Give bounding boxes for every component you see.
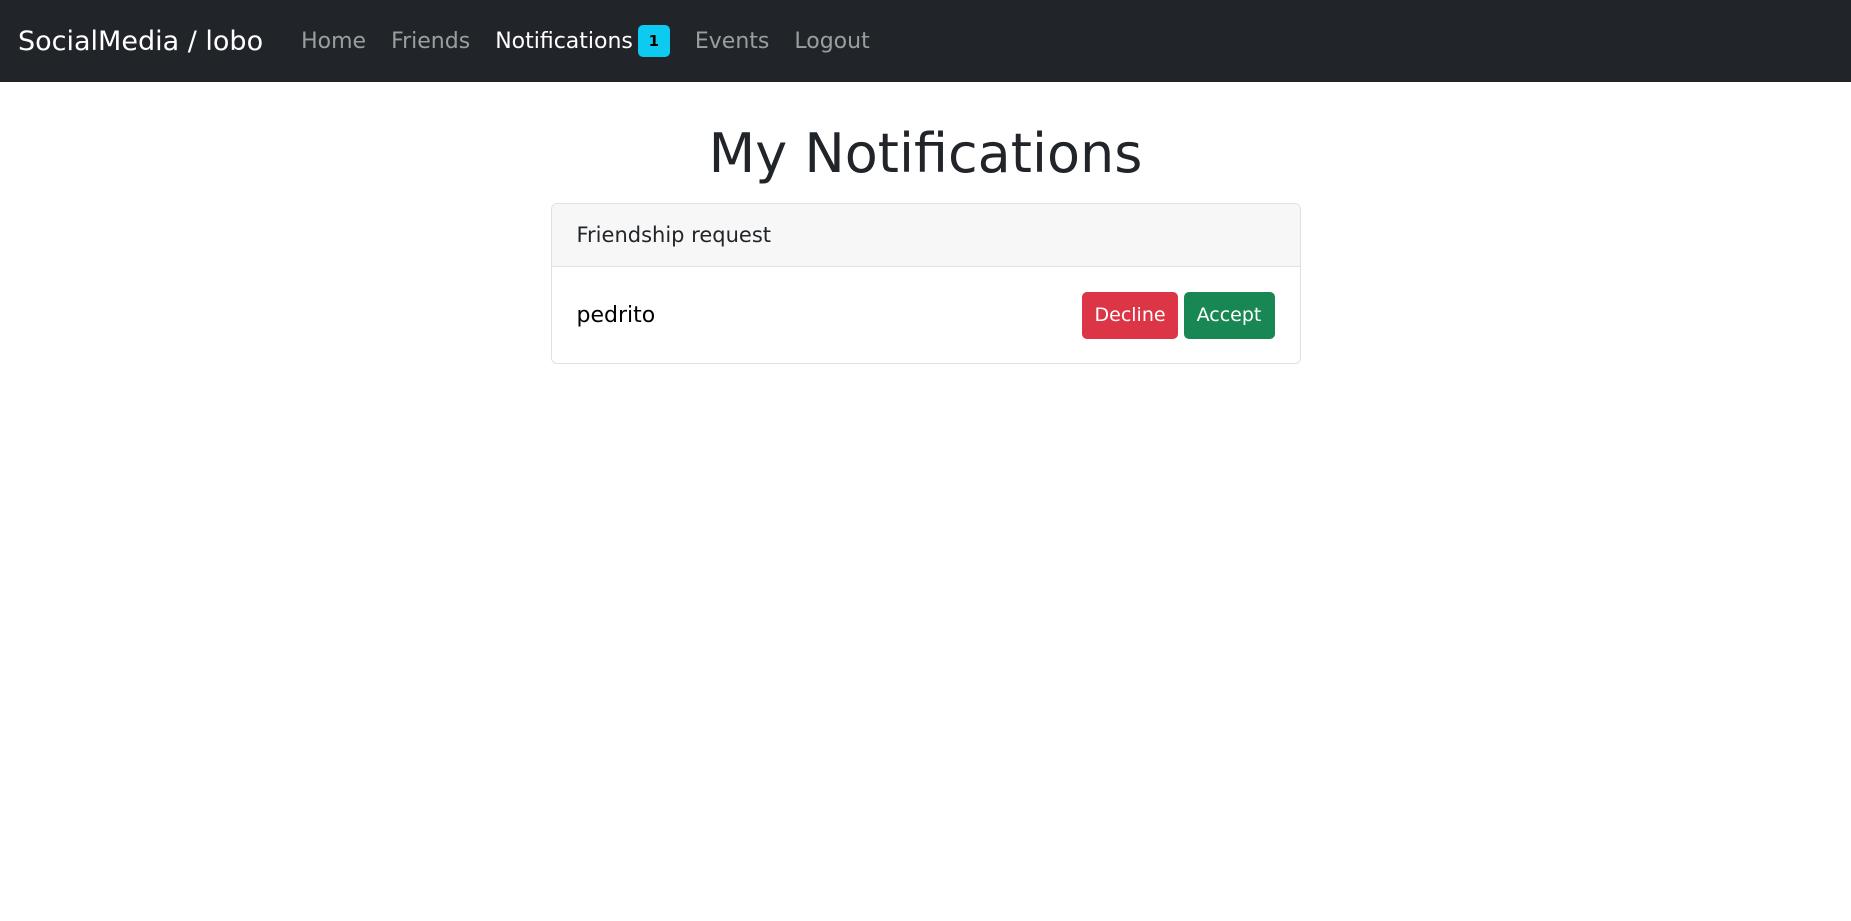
notification-card-header: Friendship request [551,204,1300,268]
nav-friends-link[interactable]: Friends [391,29,470,54]
nav-events-link[interactable]: Events [695,29,770,54]
navbar: SocialMedia / lobo Home Friends Notifica… [0,0,1851,82]
page-title: My Notifications [708,122,1143,185]
main-content: My Notifications Friendship request pedr… [0,122,1851,365]
nav-logout-link[interactable]: Logout [794,29,869,54]
notification-count-badge: 1 [637,25,670,57]
accept-button[interactable]: Accept [1183,291,1275,339]
brand-link[interactable]: SocialMedia / lobo [18,26,263,57]
notification-card-body: pedrito Decline Accept [552,267,1300,363]
notification-card: Friendship request pedrito Decline Accep… [550,203,1301,365]
nav-links: Home Friends Notifications 1 Events Logo… [301,25,895,57]
nav-notifications-link[interactable]: Notifications 1 [495,25,670,57]
notification-actions: Decline Accept [1081,291,1275,339]
nav-home-link[interactable]: Home [301,29,366,54]
decline-button[interactable]: Decline [1081,291,1178,339]
requester-username: pedrito [576,302,656,328]
nav-notifications-label: Notifications [495,28,633,54]
